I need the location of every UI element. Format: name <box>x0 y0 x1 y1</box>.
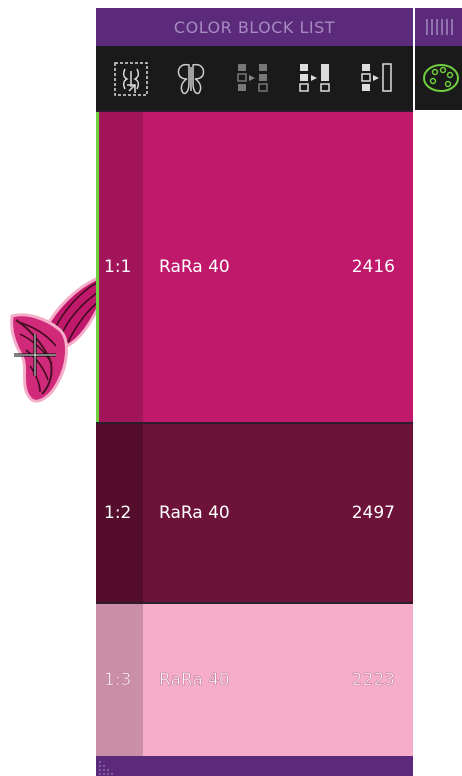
select-design-icon <box>114 62 148 96</box>
butterfly-outline-icon <box>177 63 205 95</box>
grip-lines-icon <box>426 19 453 35</box>
butterfly-outline-button[interactable] <box>168 56 214 102</box>
block-index: 1:3 <box>104 670 132 691</box>
resize-grip-icon[interactable] <box>98 760 116 776</box>
thread-code: 2497 <box>351 503 395 523</box>
color-palette-tab[interactable] <box>415 8 462 110</box>
panel-footer <box>96 756 413 776</box>
color-block-row[interactable]: 1:2 RaRa 40 2497 <box>96 424 413 602</box>
thread-code: 2416 <box>351 257 395 277</box>
thread-name: RaRa 40 <box>159 670 230 691</box>
embroidery-canvas[interactable] <box>0 0 98 776</box>
tab-body <box>415 46 462 110</box>
thread-code: 2223 <box>351 670 395 691</box>
tab-header <box>415 8 462 46</box>
thread-name: RaRa 40 <box>159 503 230 523</box>
move-block-button[interactable] <box>292 56 338 102</box>
split-block-button[interactable] <box>354 56 400 102</box>
color-block-row[interactable]: 1:1 RaRa 40 2416 <box>96 112 413 422</box>
color-block-toolbar <box>96 46 413 110</box>
panel-title: COLOR BLOCK LIST <box>96 8 413 46</box>
color-block-list-panel: COLOR BLOCK LIST 1:1 RaRa 40 2416 1:2 Ra… <box>96 8 413 776</box>
merge-blocks-button[interactable] <box>230 56 276 102</box>
block-index: 1:1 <box>104 257 132 277</box>
color-palette-icon <box>423 64 459 92</box>
thread-name: RaRa 40 <box>159 257 230 277</box>
crosshair-cursor-icon <box>14 334 56 376</box>
select-design-button[interactable] <box>108 56 154 102</box>
color-block-row[interactable]: 1:3 RaRa 40 2223 <box>96 604 413 756</box>
split-block-icon <box>361 63 392 92</box>
move-block-icon <box>299 64 330 92</box>
merge-blocks-icon <box>237 64 268 92</box>
block-index: 1:2 <box>104 503 132 523</box>
